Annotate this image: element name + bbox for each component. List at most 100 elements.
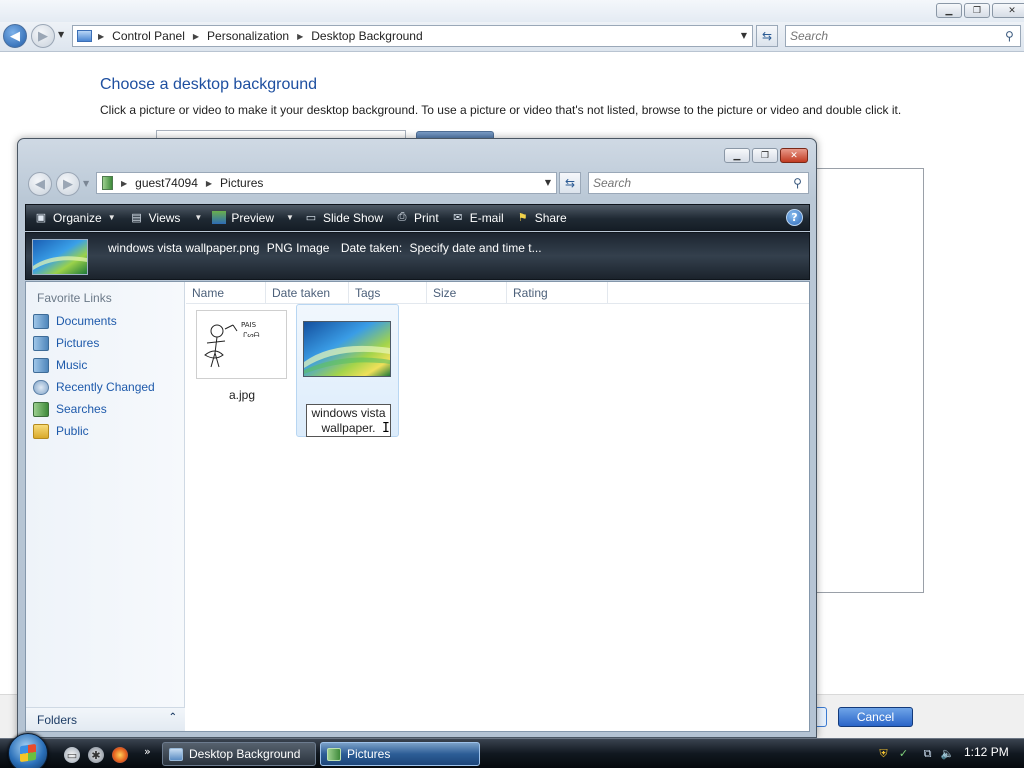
column-header-size[interactable]: Size: [427, 282, 507, 304]
preview-menu[interactable]: Preview ▼: [212, 211, 294, 225]
share-icon: ⚑: [517, 212, 528, 224]
cancel-button[interactable]: Cancel: [838, 707, 913, 727]
file-name-label: a.jpg: [228, 388, 256, 402]
security-shield-icon[interactable]: ⛨: [876, 746, 891, 761]
breadcrumb-desktop-background[interactable]: Desktop Background: [311, 29, 422, 43]
details-date-value[interactable]: Specify date and time t...: [410, 241, 542, 255]
breadcrumb-personalization[interactable]: Personalization: [207, 29, 289, 43]
music-icon: [33, 357, 49, 373]
recent-pages-chevron-icon[interactable]: ▼: [58, 30, 64, 39]
forward-button[interactable]: ▶: [31, 24, 55, 48]
slideshow-button[interactable]: ▭ Slide Show: [304, 211, 383, 225]
ok-button[interactable]: [816, 707, 827, 727]
fav-link-label: Searches: [56, 402, 107, 416]
control-panel-address-row: ◀ ▶ ▼ ▶ Control Panel ▶ Personalization …: [0, 22, 1024, 52]
maximize-button[interactable]: ❐: [964, 3, 990, 18]
start-button[interactable]: [8, 733, 48, 768]
breadcrumb-control-panel[interactable]: Control Panel: [112, 29, 185, 43]
quick-launch-more-icon[interactable]: »: [144, 745, 151, 758]
stick-figure-drawing-icon: PAIS ᒋᔕᗩ: [204, 321, 260, 368]
close-button[interactable]: ✕: [992, 3, 1024, 18]
search-icon[interactable]: ⚲: [793, 176, 808, 190]
fav-link-label: Pictures: [56, 336, 100, 350]
refresh-button[interactable]: ⇆: [756, 25, 778, 47]
close-button[interactable]: ✕: [780, 148, 808, 163]
cp-breadcrumb: ▶ Control Panel ▶ Personalization ▶ Desk…: [98, 29, 423, 43]
breadcrumb-separator-icon: ▶: [121, 178, 128, 188]
maximize-button[interactable]: ❐: [752, 148, 778, 163]
search-icon[interactable]: ⚲: [1005, 29, 1020, 43]
breadcrumb-pictures[interactable]: Pictures: [220, 176, 263, 190]
refresh-button[interactable]: ⇆: [559, 172, 581, 194]
forward-button[interactable]: ▶: [56, 172, 80, 196]
system-clock[interactable]: 1:12 PM: [964, 745, 1009, 759]
explorer-body: Favorite Links Documents Pictures Music …: [25, 281, 810, 732]
fav-link-documents[interactable]: Documents: [33, 312, 117, 330]
fav-link-recently-changed[interactable]: Recently Changed: [33, 378, 155, 396]
breadcrumb-separator-icon: ▶: [297, 31, 304, 41]
explorer-search-input[interactable]: [589, 176, 794, 190]
control-panel-caption-buttons: ▁ ❐ ✕: [934, 3, 1024, 18]
breadcrumb-user[interactable]: guest74094: [135, 176, 198, 190]
print-button[interactable]: ⎙ Print: [395, 211, 439, 225]
details-date-label: Date taken:: [340, 241, 403, 255]
column-header-rating[interactable]: Rating: [507, 282, 608, 304]
folders-toggle[interactable]: Folders ⌃: [26, 707, 185, 731]
fav-link-label: Music: [56, 358, 88, 372]
favorite-links-heading: Favorite Links: [37, 291, 112, 305]
minimize-button[interactable]: ▁: [724, 148, 750, 163]
cp-search-box[interactable]: ⚲: [785, 25, 1021, 47]
slideshow-label: Slide Show: [322, 210, 383, 225]
organize-menu[interactable]: ▣ Organize ▼: [34, 211, 116, 225]
rename-textbox[interactable]: [306, 404, 391, 437]
volume-muted-icon[interactable]: 🔈: [940, 746, 955, 761]
explorer-search-box[interactable]: ⚲: [588, 172, 809, 194]
help-button[interactable]: ?: [786, 209, 803, 226]
help-icon: ?: [791, 211, 798, 224]
user-folder-icon: [102, 176, 113, 190]
email-button[interactable]: ✉ E-mail: [451, 211, 504, 225]
fav-link-searches[interactable]: Searches: [33, 400, 107, 418]
breadcrumb-separator-icon: ▶: [192, 31, 200, 41]
network-icon[interactable]: ⧉: [920, 746, 935, 761]
recent-pages-chevron-icon[interactable]: ▼: [83, 179, 89, 188]
fav-link-pictures[interactable]: Pictures: [33, 334, 99, 352]
forward-arrow-icon: ▶: [38, 28, 48, 44]
gear-icon[interactable]: ✱: [88, 747, 104, 763]
taskbar-button-desktop-background[interactable]: Desktop Background: [162, 742, 316, 766]
share-label: Share: [534, 210, 567, 225]
column-header-tags[interactable]: Tags: [349, 282, 427, 304]
views-menu[interactable]: ▤ Views ▼: [130, 211, 202, 225]
column-header-name[interactable]: Name: [186, 282, 266, 304]
navigation-pane: Favorite Links Documents Pictures Music …: [26, 282, 185, 731]
column-header-date-taken[interactable]: Date taken: [266, 282, 349, 304]
page-description: Click a picture or video to make it your…: [100, 103, 902, 117]
chevron-up-icon: ⌃: [168, 712, 177, 723]
firefox-icon[interactable]: [112, 747, 128, 763]
share-button[interactable]: ⚑ Share: [516, 211, 567, 225]
print-label: Print: [414, 210, 439, 225]
explorer-caption-buttons: ▁ ❐ ✕: [722, 148, 808, 163]
fav-link-music[interactable]: Music: [33, 356, 87, 374]
breadcrumb-separator-icon: ▶: [98, 31, 105, 41]
email-label: E-mail: [469, 210, 504, 225]
taskbar-button-pictures[interactable]: Pictures: [320, 742, 480, 766]
address-dropdown-icon[interactable]: ▼: [545, 178, 551, 187]
fav-link-public[interactable]: Public: [33, 422, 89, 440]
checkmark-icon[interactable]: ✓: [896, 746, 911, 761]
fav-link-label: Documents: [56, 314, 117, 328]
file-item-windows-vista-wallpaper[interactable]: I: [296, 304, 399, 437]
file-thumbnail: [303, 321, 391, 377]
address-dropdown-icon[interactable]: ▼: [741, 31, 747, 40]
forward-arrow-icon: ▶: [63, 176, 73, 192]
back-button[interactable]: ◀: [28, 172, 52, 196]
minimize-button[interactable]: ▁: [936, 3, 962, 18]
page-title: Choose a desktop background: [100, 76, 318, 93]
back-button[interactable]: ◀: [3, 24, 27, 48]
cp-search-input[interactable]: [786, 29, 1006, 43]
control-panel-address-bar[interactable]: ▶ Control Panel ▶ Personalization ▶ Desk…: [72, 25, 753, 47]
explorer-address-bar[interactable]: ▶ guest74094 ▶ Pictures ▼: [96, 172, 557, 194]
file-item-a-jpg[interactable]: PAIS ᒋᔕᗩ a.jpg: [194, 306, 290, 424]
control-panel-icon: [169, 747, 183, 761]
show-desktop-icon[interactable]: ▭: [64, 747, 80, 763]
